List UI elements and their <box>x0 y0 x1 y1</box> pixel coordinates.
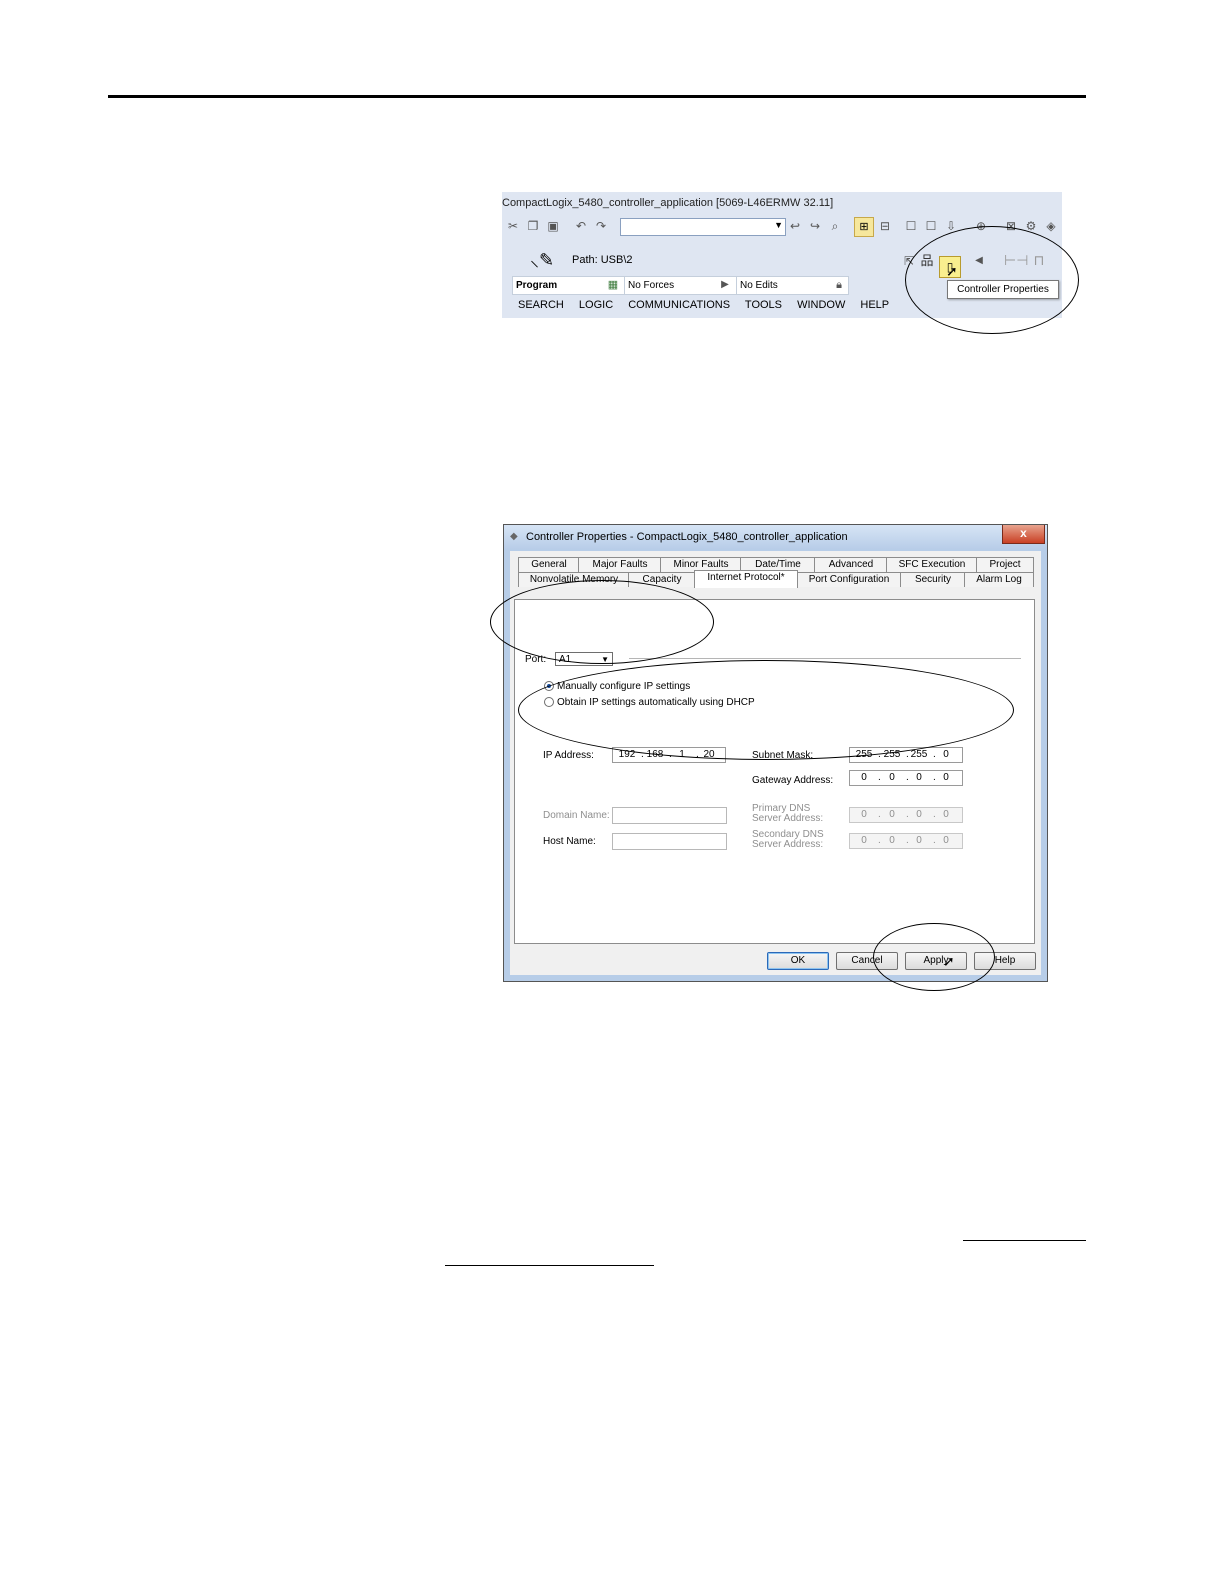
redo-icon[interactable]: ↷ <box>594 219 608 233</box>
dns2-octet-3: 0 <box>916 835 922 846</box>
controller-organizer-icon[interactable]: ⊞ <box>854 217 874 237</box>
gateway-field[interactable]: 0. 0. 0. 0 <box>849 770 963 786</box>
tab-security[interactable]: Security <box>900 572 966 587</box>
menu-help[interactable]: HELP <box>860 299 889 311</box>
dns1-octet-3: 0 <box>916 809 922 820</box>
dns1-octet-2: 0 <box>889 809 895 820</box>
callout-ellipse-apply <box>873 923 995 991</box>
port-divider <box>629 658 1021 659</box>
close-button[interactable]: x <box>1002 525 1045 544</box>
menu-bar: SEARCH LOGIC COMMUNICATIONS TOOLS WINDOW… <box>518 299 901 311</box>
dns2-octet-1: 0 <box>861 835 867 846</box>
browse-forward-icon[interactable]: ↪ <box>808 219 822 233</box>
menu-tools[interactable]: TOOLS <box>745 299 782 311</box>
menu-communications[interactable]: COMMUNICATIONS <box>628 299 730 311</box>
host-name-label: Host Name: <box>543 836 596 847</box>
browse-back-icon[interactable]: ↩ <box>788 219 802 233</box>
tab-alarm-log[interactable]: Alarm Log <box>964 572 1034 587</box>
link-underline-1[interactable] <box>963 1240 1086 1241</box>
lock-icon: 🔒︎ <box>836 279 842 291</box>
chevron-down-icon: ▼ <box>774 220 783 230</box>
dns1-octet-1: 0 <box>861 809 867 820</box>
tab-port-configuration[interactable]: Port Configuration <box>796 572 902 587</box>
logical-organizer-icon[interactable]: ⊟ <box>878 219 892 233</box>
tab-major-faults[interactable]: Major Faults <box>578 557 662 572</box>
copy-icon[interactable]: ❐ <box>526 219 540 233</box>
tab-sfc-execution[interactable]: SFC Execution <box>886 557 978 572</box>
gateway-octet-4: 0 <box>943 772 949 783</box>
gateway-octet-2: 0 <box>889 772 895 783</box>
menu-window[interactable]: WINDOW <box>797 299 845 311</box>
callout-ellipse-toolbar <box>905 226 1079 334</box>
menu-logic[interactable]: LOGIC <box>579 299 613 311</box>
gateway-octet-1: 0 <box>861 772 867 783</box>
tab-advanced[interactable]: Advanced <box>814 557 888 572</box>
key-switch-icon: ⸜✎ <box>530 250 555 270</box>
window-title: CompactLogix_5480_controller_application… <box>502 197 834 209</box>
verify-icon[interactable]: ☐ <box>904 219 918 233</box>
dns2-octet-4: 0 <box>943 835 949 846</box>
tab-project[interactable]: Project <box>976 557 1034 572</box>
menu-search[interactable]: SEARCH <box>518 299 564 311</box>
dialog-title: Controller Properties - CompactLogix_548… <box>526 531 848 543</box>
domain-name-field[interactable] <box>612 807 727 824</box>
callout-ellipse-ip-settings <box>518 660 1014 760</box>
tab-general[interactable]: General <box>518 557 580 572</box>
forces-arrow-icon[interactable]: ▶ <box>718 278 732 292</box>
secondary-dns-field: 0. 0. 0. 0 <box>849 833 963 849</box>
mode-icon: ▦ <box>607 279 619 291</box>
verify-controller-icon[interactable]: ☐ <box>924 219 938 233</box>
cut-icon[interactable]: ✂ <box>506 219 520 233</box>
secondary-dns-label: Secondary DNS Server Address: <box>752 829 824 850</box>
app-icon: ◆ <box>510 531 518 542</box>
host-name-field[interactable] <box>612 833 727 850</box>
gateway-label: Gateway Address: <box>752 775 834 786</box>
search-combo[interactable]: ▼ <box>620 218 786 236</box>
find-icon[interactable]: ⌕ <box>828 219 842 233</box>
dns1-octet-4: 0 <box>943 809 949 820</box>
gateway-octet-3: 0 <box>916 772 922 783</box>
ip-address-label: IP Address: <box>543 750 594 761</box>
help-icon[interactable]: ◈ <box>1044 219 1058 233</box>
callout-ellipse-port <box>490 580 714 664</box>
link-underline-2[interactable] <box>445 1265 654 1266</box>
ok-button[interactable]: OK <box>767 952 829 970</box>
dns2-octet-2: 0 <box>889 835 895 846</box>
tab-internet-protocol[interactable]: Internet Protocol* <box>694 570 798 588</box>
primary-dns-field: 0. 0. 0. 0 <box>849 807 963 823</box>
subnet-octet-4: 0 <box>943 749 949 760</box>
paste-icon[interactable]: ▣ <box>546 219 560 233</box>
domain-name-label: Domain Name: <box>543 810 610 821</box>
comm-path: Path: USB\2 <box>572 254 633 266</box>
primary-dns-label: Primary DNS Server Address: <box>752 803 824 824</box>
header-rule <box>108 95 1086 98</box>
dialog-titlebar: ◆ Controller Properties - CompactLogix_5… <box>504 525 1047 549</box>
undo-icon[interactable]: ↶ <box>574 219 588 233</box>
